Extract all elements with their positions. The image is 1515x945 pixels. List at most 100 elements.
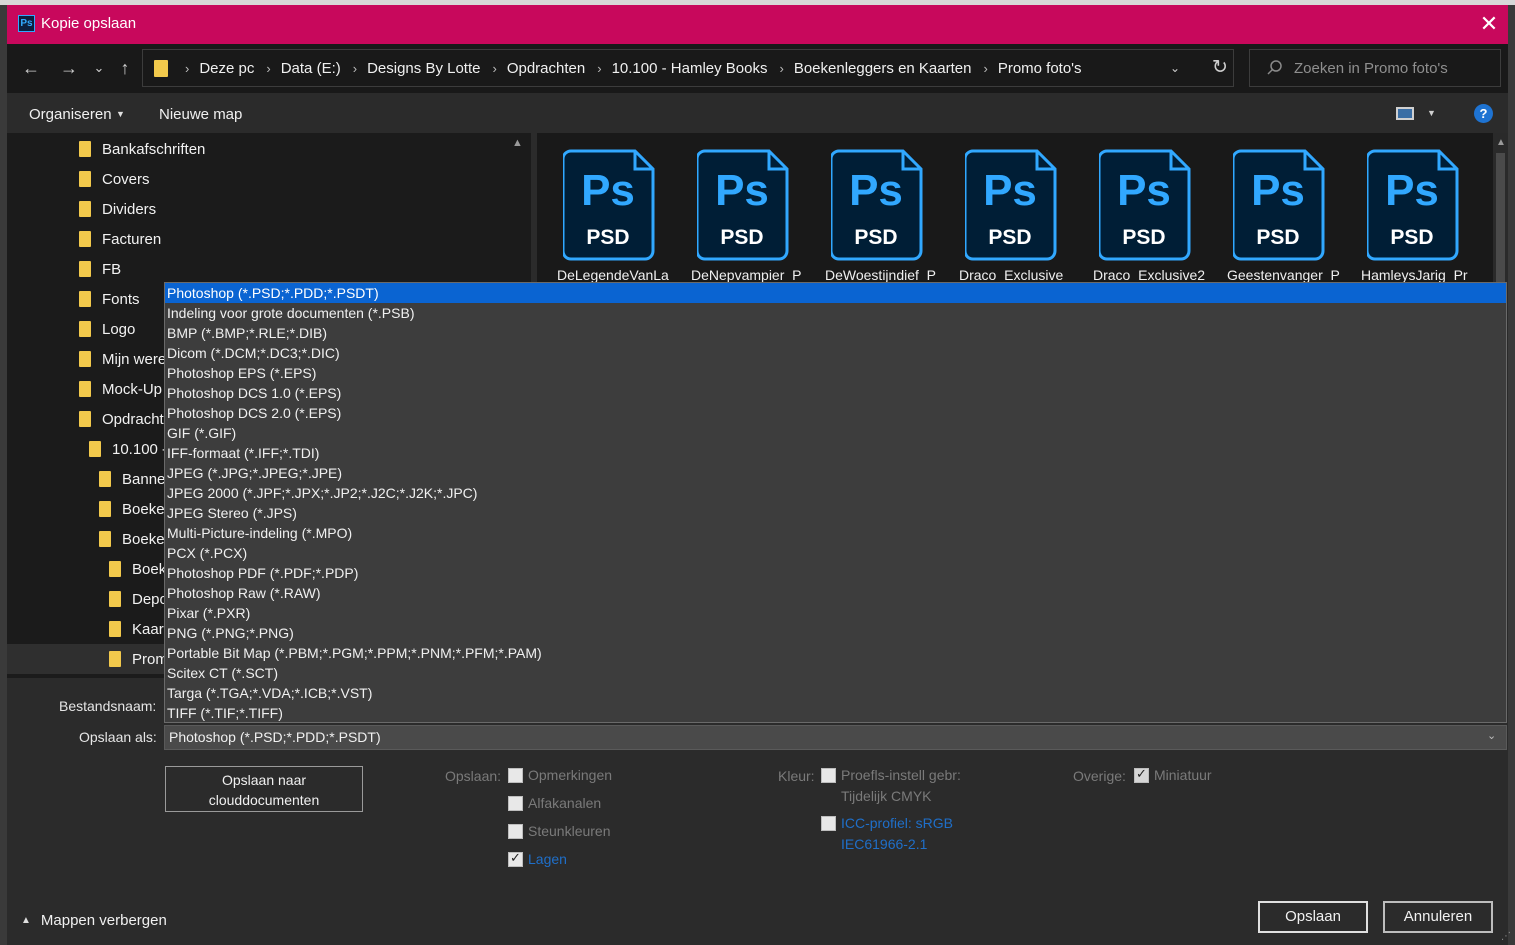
sidebar-item-label: Depo [132, 590, 168, 608]
save-option-checkbox[interactable] [508, 767, 523, 783]
file-item[interactable]: Ps PSD HamleysJarig_Pr [1339, 147, 1468, 287]
file-item[interactable]: Ps PSD DeWoestijndief_P [803, 147, 936, 287]
breadcrumb-separator-icon[interactable]: › [492, 61, 496, 76]
file-type-option[interactable]: Photoshop Raw (*.RAW) [165, 583, 1506, 603]
proof-setup-checkbox[interactable] [821, 767, 836, 783]
breadcrumb-item[interactable]: 10.100 - Hamley Books [612, 60, 768, 77]
new-folder-button[interactable]: Nieuwe map [159, 106, 242, 123]
file-item[interactable]: Ps PSD DeLegendeVanLa [535, 147, 669, 287]
save-option-checkbox[interactable] [508, 850, 523, 867]
file-type-option[interactable]: JPEG Stereo (*.JPS) [165, 503, 1506, 523]
file-type-option[interactable]: Photoshop DCS 1.0 (*.EPS) [165, 383, 1506, 403]
breadcrumb-separator-icon[interactable]: › [779, 61, 783, 76]
thumbnail-checkbox[interactable] [1134, 766, 1149, 783]
save-option[interactable]: Lagen [508, 850, 567, 867]
file-item[interactable]: Ps PSD Draco_Exclusive [937, 147, 1063, 287]
file-type-option[interactable]: BMP (*.BMP;*.RLE;*.DIB) [165, 323, 1506, 343]
file-item[interactable]: Ps PSD Draco_Exclusive2 [1071, 147, 1205, 287]
breadcrumb-separator-icon[interactable]: › [597, 61, 601, 76]
file-type-option[interactable]: Photoshop EPS (*.EPS) [165, 363, 1506, 383]
address-history-chevron-icon[interactable]: ⌄ [1165, 58, 1185, 78]
sidebar-item-label: Dividers [102, 200, 157, 218]
refresh-icon[interactable]: ↻ [1209, 57, 1231, 79]
close-button[interactable]: ✕ [1473, 9, 1505, 41]
file-type-option[interactable]: JPEG 2000 (*.JPF;*.JPX;*.JP2;*.J2C;*.J2K… [165, 483, 1506, 503]
file-type-option[interactable]: Scitex CT (*.SCT) [165, 663, 1506, 683]
icc-profile-name: IEC61966-2.1 [841, 836, 928, 852]
sidebar-folder-item[interactable]: Facturen [7, 224, 531, 254]
organize-menu-button[interactable]: Organiseren [29, 106, 112, 123]
file-name: HamleysJarig_Pr [1361, 267, 1468, 283]
breadcrumb-item[interactable]: Promo foto's [998, 60, 1082, 77]
save-to-cloud-button[interactable]: Opslaan naar clouddocumenten [165, 766, 363, 812]
breadcrumb-item[interactable]: Designs By Lotte [367, 60, 480, 77]
breadcrumb-separator-icon[interactable]: › [353, 61, 357, 76]
address-bar[interactable]: › Deze pc › Data (E:) › Designs By Lotte › Opdr… [142, 49, 1234, 87]
icc-profile-option[interactable]: ICC-profiel: sRGB [821, 815, 953, 831]
file-type-option[interactable]: Photoshop DCS 2.0 (*.EPS) [165, 403, 1506, 423]
recent-locations-chevron-icon[interactable]: ⌄ [87, 57, 111, 81]
file-type-dropdown-list[interactable]: Photoshop (*.PSD;*.PDD;*.PSDT) Indeling v… [164, 282, 1507, 723]
file-type-option[interactable]: Portable Bit Map (*.PBM;*.PGM;*.PPM;*.PN… [165, 643, 1506, 663]
folder-icon [89, 441, 101, 457]
file-type-option[interactable]: JPEG (*.JPG;*.JPEG;*.JPE) [165, 463, 1506, 483]
scroll-up-icon[interactable]: ▲ [1496, 137, 1506, 148]
help-button[interactable]: ? [1474, 104, 1493, 123]
file-type-option[interactable]: IFF-formaat (*.IFF;*.TDI) [165, 443, 1506, 463]
save-option-checkbox[interactable] [508, 795, 523, 811]
save-button[interactable]: Opslaan [1258, 901, 1368, 933]
sidebar-folder-item[interactable]: FB [7, 254, 531, 284]
psd-file-icon: Ps PSD [831, 149, 923, 261]
file-type-option[interactable]: Photoshop PDF (*.PDF;*.PDP) [165, 563, 1506, 583]
save-option-checkbox[interactable] [508, 823, 523, 839]
hide-folders-button[interactable]: ▲ Mappen verbergen [21, 912, 167, 929]
view-options-icon[interactable] [1396, 107, 1414, 120]
folder-icon [109, 621, 121, 637]
resize-grip-icon[interactable]: ⋰ [1501, 931, 1511, 942]
window-title: Kopie opslaan [41, 15, 137, 32]
thumbnail-option[interactable]: Miniatuur [1134, 766, 1212, 783]
breadcrumb-item[interactable]: Deze pc [199, 60, 254, 77]
breadcrumb-separator-icon[interactable]: › [266, 61, 270, 76]
file-type-option[interactable]: Dicom (*.DCM;*.DC3;*.DIC) [165, 343, 1506, 363]
search-input[interactable] [1294, 58, 1494, 78]
save-option[interactable]: Steunkleuren [508, 823, 611, 839]
file-item[interactable]: Ps PSD Geestenvanger_P [1205, 147, 1340, 287]
file-item[interactable]: Ps PSD DeNepvampier_P [669, 147, 802, 287]
save-as-type-select[interactable]: Photoshop (*.PSD;*.PDD;*.PSDT) ⌄ [164, 725, 1507, 750]
file-type-option[interactable]: PNG (*.PNG;*.PNG) [165, 623, 1506, 643]
sidebar-folder-item[interactable]: Bankafschriften [7, 134, 531, 164]
breadcrumb-separator-icon[interactable]: › [185, 61, 189, 76]
search-box[interactable] [1249, 49, 1501, 87]
file-type-option[interactable]: Photoshop (*.PSD;*.PDD;*.PSDT) [165, 283, 1506, 303]
file-type-option[interactable]: PCX (*.PCX) [165, 543, 1506, 563]
caret-down-icon[interactable]: ▼ [1427, 108, 1436, 118]
icc-profile-checkbox[interactable] [821, 815, 836, 831]
sidebar-folder-item[interactable]: Covers [7, 164, 531, 194]
file-type-option[interactable]: Indeling voor grote documenten (*.PSB) [165, 303, 1506, 323]
up-arrow-icon[interactable]: ↑ [113, 57, 137, 81]
file-type-option[interactable]: Targa (*.TGA;*.VDA;*.ICB;*.VST) [165, 683, 1506, 703]
cancel-button[interactable]: Annuleren [1383, 901, 1493, 933]
address-row: ← → ⌄ ↑ › Deze pc › Data (E:) › Designs By Lo… [7, 44, 1508, 93]
forward-arrow-icon[interactable]: → [57, 57, 81, 81]
proof-setup-option[interactable]: Proefls-instell gebr: [821, 767, 961, 783]
file-type-option[interactable]: GIF (*.GIF) [165, 423, 1506, 443]
breadcrumb-item[interactable]: Opdrachten [507, 60, 585, 77]
psd-icon-logo-text: Ps [849, 166, 903, 215]
breadcrumb-item[interactable]: Boekenleggers en Kaarten [794, 60, 972, 77]
back-arrow-icon[interactable]: ← [19, 57, 43, 81]
file-type-option[interactable]: Multi-Picture-indeling (*.MPO) [165, 523, 1506, 543]
sidebar-folder-item[interactable]: Dividers [7, 194, 531, 224]
save-option[interactable]: Alfakanalen [508, 795, 601, 811]
breadcrumb-item[interactable]: Data (E:) [281, 60, 341, 77]
sidebar-item-label: Logo [102, 320, 136, 338]
save-option[interactable]: Opmerkingen [508, 767, 612, 783]
folder-icon [109, 651, 121, 667]
file-type-option[interactable]: TIFF (*.TIF;*.TIFF) [165, 703, 1506, 722]
folder-icon [79, 261, 91, 277]
psd-icon-logo-text: Ps [1385, 166, 1439, 215]
psd-icon-logo-text: Ps [983, 166, 1037, 215]
file-type-option[interactable]: Pixar (*.PXR) [165, 603, 1506, 623]
breadcrumb-separator-icon[interactable]: › [983, 61, 987, 76]
